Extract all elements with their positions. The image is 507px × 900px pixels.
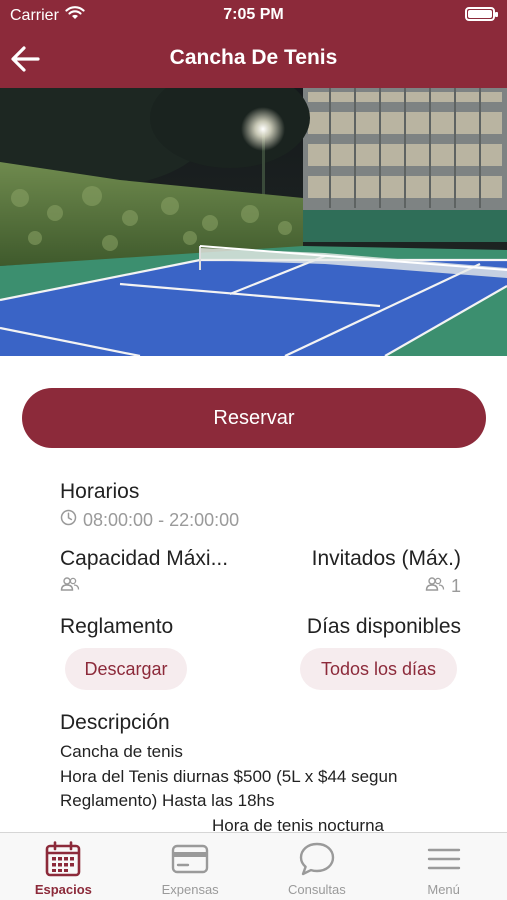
description-text: Cancha de tenis Hora del Tenis diurnas $… <box>60 740 480 838</box>
tab-espacios[interactable]: Espacios <box>0 833 127 900</box>
available-days-label: Días disponibles <box>306 615 461 638</box>
status-bar: Carrier 7:05 PM <box>0 0 507 30</box>
guests-label: Invitados (Máx.) <box>311 547 461 570</box>
battery-icon <box>465 7 498 21</box>
chat-bubble-icon <box>298 840 336 878</box>
tab-consultas[interactable]: Consultas <box>254 833 381 900</box>
schedule-value: 08:00:00 - 22:00:00 <box>83 509 240 530</box>
schedule-label: Horarios <box>60 480 140 503</box>
status-time: 7:05 PM <box>223 6 284 23</box>
schedule-value-row: 08:00:00 - 22:00:00 <box>60 509 239 531</box>
hamburger-menu-icon <box>427 840 461 878</box>
tab-menu[interactable]: Menú <box>380 833 507 900</box>
rules-label: Reglamento <box>60 615 174 638</box>
reserve-button[interactable]: Reservar <box>22 388 486 448</box>
clock-icon <box>60 509 77 531</box>
court-photo <box>0 88 507 356</box>
capacity-value-row <box>60 576 86 597</box>
navigation-bar: Cancha De Tenis <box>0 30 507 88</box>
description-line: Hora del Tenis diurnas $500 (5L x $44 se… <box>60 766 398 786</box>
calendar-icon <box>45 840 81 878</box>
description-label: Descripción <box>60 711 170 734</box>
users-icon <box>425 576 445 597</box>
tab-expensas[interactable]: Expensas <box>127 833 254 900</box>
guests-value-row: 1 <box>425 576 461 597</box>
tab-label: Espacios <box>34 882 92 897</box>
users-icon <box>60 576 80 597</box>
available-days-button[interactable]: Todos los días <box>300 648 457 690</box>
capacity-label: Capacidad Máxi... <box>60 547 229 570</box>
tab-bar: Espacios Expensas Consultas Menú <box>0 832 507 900</box>
description-line: Cancha de tenis <box>60 742 183 761</box>
page-title: Cancha De Tenis <box>169 46 338 69</box>
tab-label: Expensas <box>161 882 219 897</box>
description-line: Reglamento) Hasta las 18hs <box>60 791 275 810</box>
credit-card-icon <box>171 840 209 878</box>
download-rules-button[interactable]: Descargar <box>65 648 187 690</box>
tab-label: Menú <box>427 882 460 897</box>
tab-label: Consultas <box>287 882 346 897</box>
guests-value: 1 <box>450 576 461 596</box>
